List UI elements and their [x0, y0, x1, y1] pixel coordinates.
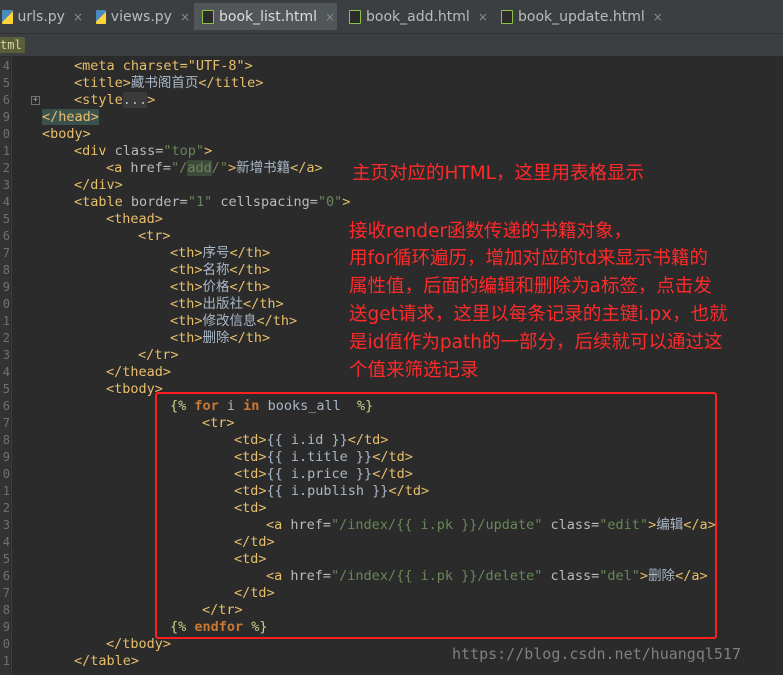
tab-book-update-html[interactable]: book_update.html × — [493, 3, 665, 30]
code-line: <table border="1" cellspacing="0"> — [74, 194, 351, 210]
line-number: 0 — [2, 637, 10, 651]
html-file-icon — [349, 9, 361, 24]
annotation-line: 用for循环遍历，增加对应的td来显示书籍的 — [349, 248, 708, 269]
annotation-line: 属性值，后面的编辑和删除为a标签，点击发 — [349, 276, 712, 297]
line-number: 0 — [2, 127, 10, 141]
line-number: 9 — [2, 620, 10, 634]
line-number: 9 — [2, 280, 10, 294]
code-line: <th>名称</th> — [170, 262, 271, 278]
line-number: 5 — [2, 76, 10, 90]
line-number: 1 — [2, 654, 10, 668]
line-number: 5 — [2, 552, 10, 566]
tab-label: book_update.html — [518, 8, 645, 25]
line-number: 4 — [2, 535, 10, 549]
line-number: 2 — [2, 161, 10, 175]
html-file-icon — [202, 9, 214, 24]
tab-book-add-html[interactable]: book_add.html × — [341, 3, 489, 30]
line-number: 7 — [2, 246, 10, 260]
highlight-box — [155, 392, 717, 639]
code-line: <thead> — [106, 211, 163, 227]
close-icon[interactable]: × — [73, 10, 83, 24]
code-line: <th>出版社</th> — [170, 296, 284, 312]
breadcrumb: tml — [0, 34, 783, 57]
tab-views-py[interactable]: views.py × — [88, 3, 190, 30]
annotation-line: 是id值作为path的一部分，后续就可以通过这 — [349, 332, 723, 353]
code-line: <style...> — [74, 92, 156, 108]
line-number: 2 — [2, 501, 10, 515]
line-number: 3 — [2, 178, 10, 192]
line-number: 8 — [2, 263, 10, 277]
code-line: <th>修改信息</th> — [170, 313, 298, 329]
annotation-line: 个值来筛选记录 — [349, 360, 479, 381]
line-number: 3 — [2, 348, 10, 362]
code-line: <th>删除</th> — [170, 330, 271, 346]
line-number: 4 — [2, 59, 10, 73]
line-number: 5 — [2, 212, 10, 226]
line-number: 6 — [2, 569, 10, 583]
line-number: 6 — [2, 93, 10, 107]
line-number: 6 — [2, 399, 10, 413]
line-number: 1 — [2, 314, 10, 328]
line-number: 8 — [2, 603, 10, 617]
tab-label: book_list.html — [219, 8, 318, 25]
close-icon[interactable]: × — [180, 10, 190, 24]
python-file-icon — [2, 9, 13, 24]
line-number: 7 — [2, 416, 10, 430]
code-line: </thead> — [106, 364, 172, 380]
annotation-note: 主页对应的HTML，这里用表格显示 — [352, 163, 644, 184]
code-line: </tr> — [138, 347, 179, 363]
gutter-divider — [11, 57, 12, 675]
line-number: 5 — [2, 382, 10, 396]
tab-label: urls.py — [17, 8, 65, 25]
line-number: 3 — [2, 518, 10, 532]
line-number: 7 — [2, 586, 10, 600]
line-number: 8 — [2, 433, 10, 447]
line-number: 1 — [2, 484, 10, 498]
tab-label: views.py — [110, 8, 172, 25]
close-icon[interactable]: × — [653, 10, 663, 24]
code-line: <div class="top"> — [74, 143, 213, 159]
annotation-line: 送get请求，这里以每条记录的主键i.px，也就 — [349, 304, 728, 325]
code-line: </head> — [42, 109, 99, 125]
breadcrumb-item[interactable]: tml — [0, 37, 25, 53]
code-line: <tr> — [138, 228, 171, 244]
code-line: </div> — [74, 177, 123, 193]
tab-urls-py[interactable]: urls.py × — [0, 3, 83, 30]
editor-tab-bar: urls.py × views.py × book_list.html × bo… — [0, 0, 783, 34]
close-icon[interactable]: × — [478, 10, 488, 24]
code-line: <th>序号</th> — [170, 245, 271, 261]
line-number: 4 — [2, 195, 10, 209]
line-number: 1 — [2, 144, 10, 158]
line-number: 6 — [2, 229, 10, 243]
python-file-icon — [96, 9, 106, 24]
tab-book-list-html[interactable]: book_list.html × — [194, 3, 337, 30]
watermark: https://blog.csdn.net/huangql517 — [452, 645, 741, 663]
code-line: <meta charset="UTF-8"> — [74, 58, 253, 74]
line-number: 9 — [2, 450, 10, 464]
line-number: 0 — [2, 467, 10, 481]
code-line: <title>藏书阁首页</title> — [74, 75, 264, 91]
tab-label: book_add.html — [366, 8, 470, 25]
code-line: <body> — [42, 126, 91, 142]
line-number: 4 — [2, 365, 10, 379]
code-line: </table> — [74, 653, 140, 669]
line-number: 9 — [2, 110, 10, 124]
annotation-line: 接收render函数传递的书籍对象， — [349, 221, 633, 242]
line-number: 0 — [2, 297, 10, 311]
html-file-icon — [501, 9, 513, 24]
code-line: <th>价格</th> — [170, 279, 271, 295]
close-icon[interactable]: × — [325, 10, 335, 24]
line-number: 2 — [2, 331, 10, 345]
code-line: <a href="/add/">新增书籍</a> — [106, 160, 323, 176]
fold-toggle-icon[interactable]: + — [31, 96, 40, 105]
